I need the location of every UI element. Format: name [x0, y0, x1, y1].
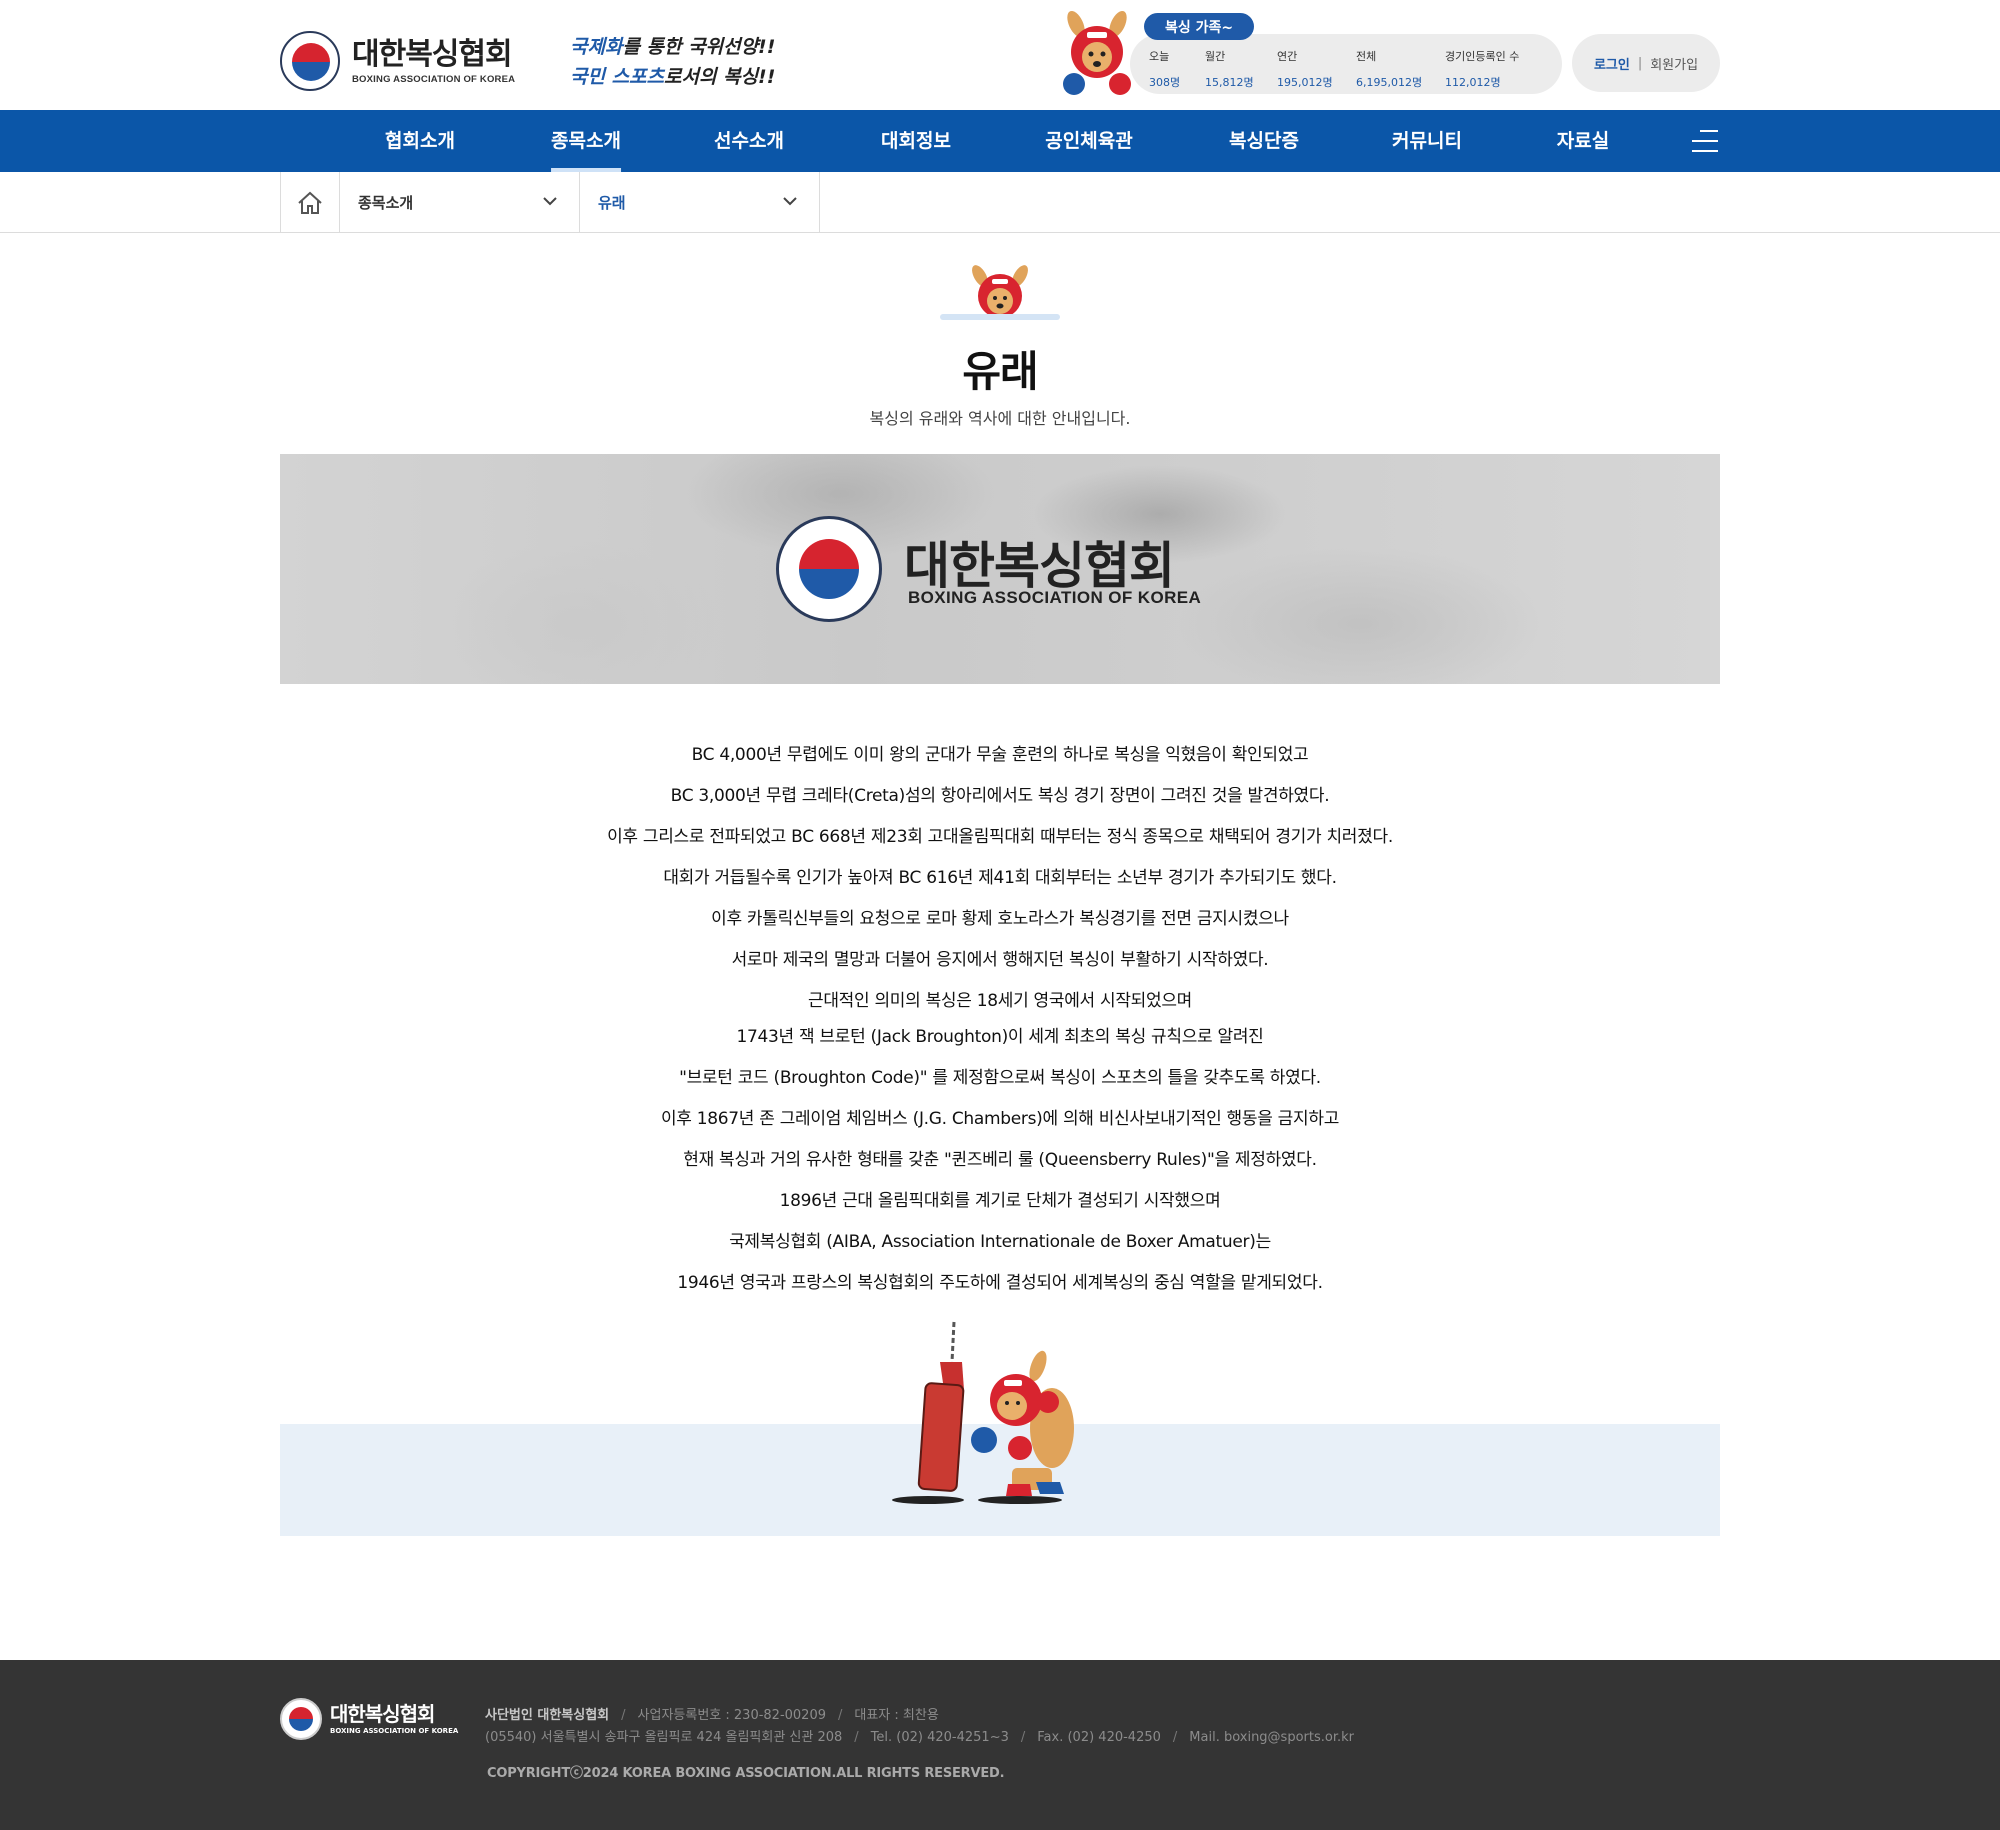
stat-yearly: 연간 195,012명 — [1277, 48, 1333, 90]
stat-value: 6,195,012명 — [1356, 76, 1423, 89]
logo-text: 대한복싱협회 BOXING ASSOCIATION OF KOREA — [352, 36, 516, 85]
chevron-down-icon — [783, 197, 797, 206]
site-header: 대한복싱협회 BOXING ASSOCIATION OF KOREA 국제화를 … — [0, 0, 2000, 110]
slogan-highlight-1: 국제화 — [570, 36, 623, 58]
footer-ceo: 대표자 : 최찬용 — [854, 1708, 939, 1723]
separator: | — [1637, 55, 1643, 71]
footer-biz-no: 사업자등록번호 : 230-82-00209 — [637, 1708, 826, 1723]
footer-contact-info: (05540) 서울특별시 송파구 올림픽로 424 올림픽회관 신관 208/… — [485, 1730, 1354, 1745]
history-line: 이후 1867년 존 그레이엄 체임버스 (J.G. Chambers)에 의해… — [660, 1109, 1340, 1129]
history-line: 근대적인 의미의 복싱은 18세기 영국에서 시작되었으며 — [807, 991, 1193, 1011]
stat-monthly: 월간 15,812명 — [1205, 48, 1254, 90]
history-line: 대회가 거듭될수록 인기가 높아져 BC 616년 제41회 대회부터는 소년부… — [663, 868, 1337, 888]
footer-logo-korean: 대한복싱협회 — [330, 1702, 435, 1726]
site-footer: 대한복싱협회 BOXING ASSOCIATION OF KOREA 사단법인 … — [0, 1660, 2000, 1830]
footer-logo-english: BOXING ASSOCIATION OF KOREA — [330, 1727, 459, 1735]
slogan-rest-2: 로서의 복싱!! — [664, 66, 776, 88]
kangaroo-mascot-icon — [1063, 10, 1131, 95]
account-links: 로그인 | 회원가입 — [1572, 34, 1720, 92]
footer-logo-text: 대한복싱협회 BOXING ASSOCIATION OF KOREA — [330, 1703, 458, 1735]
logo-english: BOXING ASSOCIATION OF KOREA — [352, 73, 516, 85]
stat-value: 308명 — [1149, 76, 1181, 89]
nav-item-grades[interactable]: 복싱단증 — [1229, 110, 1299, 172]
nav-item-community[interactable]: 커뮤니티 — [1392, 110, 1462, 172]
home-icon[interactable] — [280, 172, 340, 233]
menu-icon[interactable] — [1692, 130, 1718, 152]
slogan-line-1: 국제화를 통한 국위선양!! — [570, 32, 775, 62]
stat-value: 15,812명 — [1205, 76, 1254, 89]
slogan-line-2: 국민 스포츠로서의 복싱!! — [570, 62, 775, 92]
association-emblem-icon — [280, 31, 340, 91]
main-nav: 협회소개 종목소개 선수소개 대회정보 공인체육관 복싱단증 커뮤니티 자료실 — [0, 110, 2000, 172]
association-emblem-icon — [280, 1698, 322, 1740]
page-subtitle: 복싱의 유래와 역사에 대한 안내입니다. — [869, 409, 1131, 428]
page-title: 유래 — [962, 347, 1038, 396]
stat-today: 오늘 308명 — [1149, 48, 1180, 90]
join-link[interactable]: 회원가입 — [1650, 54, 1698, 73]
stat-label: 전체 — [1356, 50, 1377, 63]
site-logo[interactable]: 대한복싱협회 BOXING ASSOCIATION OF KOREA — [280, 30, 520, 92]
stat-label: 오늘 — [1149, 50, 1170, 63]
stat-value: 195,012명 — [1277, 76, 1333, 89]
association-emblem-icon — [776, 516, 882, 622]
footer-mail[interactable]: Mail. boxing@sports.or.kr — [1189, 1730, 1354, 1745]
footer-corp-name: 사단법인 대한복싱협회 — [485, 1708, 610, 1723]
stat-registered: 경기인등록인 수 112,012명 — [1445, 48, 1519, 90]
history-line: 국제복싱협회 (AIBA, Association Internationale… — [729, 1232, 1271, 1252]
nav-item-events[interactable]: 대회정보 — [881, 110, 951, 172]
history-line: 1896년 근대 올림픽대회를 계기로 단체가 결성되기 시작했으며 — [779, 1191, 1221, 1211]
chevron-down-icon — [543, 197, 557, 206]
footer-tel: Tel. (02) 420-4251~3 — [870, 1730, 1009, 1745]
hero-banner: 대한복싱협회 BOXING ASSOCIATION OF KOREA — [280, 454, 1720, 684]
boxing-family-badge: 복싱 가족~ — [1144, 13, 1254, 40]
history-line: 이후 카톨릭신부들의 요청으로 로마 황제 호노라스가 복싱경기를 전면 금지시… — [711, 909, 1289, 929]
stat-label: 연간 — [1277, 50, 1298, 63]
login-link[interactable]: 로그인 — [1594, 54, 1630, 73]
footer-address: (05540) 서울특별시 송파구 올림픽로 424 올림픽회관 신관 208 — [485, 1730, 843, 1745]
history-line: 이후 그리스로 전파되었고 BC 668년 제23회 고대올림픽대회 때부터는 … — [607, 827, 1393, 847]
nav-item-sport[interactable]: 종목소개 — [551, 110, 621, 172]
history-line: 서로마 제국의 멸망과 더불어 응지에서 행해지던 복싱이 부활하기 시작하였다… — [731, 950, 1269, 970]
breadcrumb-select-category[interactable]: 종목소개 — [340, 172, 580, 233]
breadcrumb-page-label: 유래 — [598, 194, 626, 212]
history-line: 1946년 영국과 프랑스의 복싱협회의 주도하에 결성되어 세계복싱의 중심 … — [677, 1273, 1323, 1293]
footer-company-info: 사단법인 대한복싱협회 / 사업자등록번호 : 230-82-00209/대표자 :… — [485, 1708, 939, 1723]
history-line: 현재 복싱과 거의 유사한 형태를 갖춘 "퀸즈베리 룰 (Queensberr… — [683, 1150, 1317, 1170]
history-line: 1743년 잭 브로턴 (Jack Broughton)이 세계 최초의 복싱 … — [736, 1027, 1264, 1047]
footer-fax: Fax. (02) 420-4250 — [1037, 1730, 1161, 1745]
stat-label: 월간 — [1205, 50, 1226, 63]
nav-item-gyms[interactable]: 공인체육관 — [1045, 110, 1132, 172]
stat-value: 112,012명 — [1445, 76, 1501, 89]
history-line: BC 3,000년 무렵 크레타(Creta)섬의 항아리에서도 복싱 경기 장… — [670, 786, 1330, 806]
logo-korean: 대한복싱협회 — [352, 36, 513, 72]
nav-item-about[interactable]: 협회소개 — [385, 110, 455, 172]
page: 대한복싱협회 BOXING ASSOCIATION OF KOREA 국제화를 … — [0, 0, 2000, 1830]
kangaroo-punching-bag-illustration — [892, 1321, 1074, 1504]
breadcrumb-category-label: 종목소개 — [358, 194, 414, 212]
stat-total: 전체 6,195,012명 — [1356, 48, 1422, 90]
footer-logo[interactable]: 대한복싱협회 BOXING ASSOCIATION OF KOREA — [280, 1698, 458, 1740]
breadcrumb: 종목소개 유래 — [0, 172, 2000, 233]
history-line: "브로턴 코드 (Broughton Code)" 를 제정함으로써 복싱이 스… — [679, 1068, 1321, 1088]
slogan-rest-1: 를 통한 국위선양!! — [622, 36, 776, 58]
footer-copyright: COPYRIGHTⓒ2024 KOREA BOXING ASSOCIATION.… — [487, 1766, 1005, 1781]
breadcrumb-select-page[interactable]: 유래 — [580, 172, 820, 233]
banner-title-english: BOXING ASSOCIATION OF KOREA — [908, 588, 1202, 607]
slogan-highlight-2: 국민 스포츠 — [570, 66, 665, 88]
slogan: 국제화를 통한 국위선양!! 국민 스포츠로서의 복싱!! — [570, 32, 775, 92]
title-underline — [940, 314, 1060, 320]
stat-label: 경기인등록인 수 — [1445, 50, 1520, 63]
history-line: BC 4,000년 무렵에도 이미 왕의 군대가 무술 훈련의 하나로 복싱을 … — [691, 745, 1309, 765]
nav-item-archive[interactable]: 자료실 — [1557, 110, 1609, 172]
nav-item-players[interactable]: 선수소개 — [714, 110, 784, 172]
